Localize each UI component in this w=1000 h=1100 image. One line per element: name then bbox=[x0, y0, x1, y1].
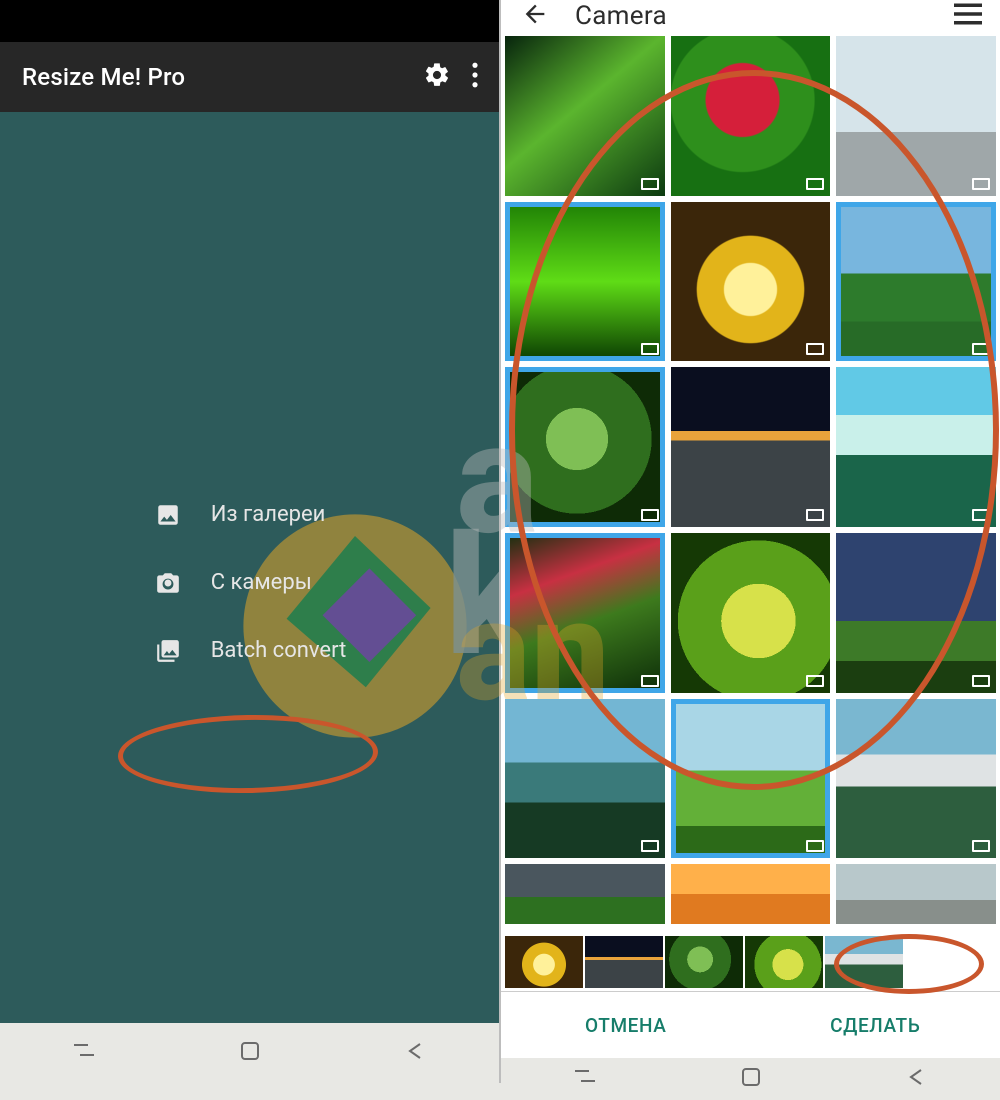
grid-thumb[interactable] bbox=[836, 864, 996, 924]
nav-recents-icon[interactable] bbox=[552, 1059, 618, 1099]
aspect-indicator-icon bbox=[641, 675, 659, 687]
menu-label: Из галереи bbox=[211, 502, 326, 527]
more-icon[interactable] bbox=[467, 62, 483, 92]
system-nav-bar bbox=[501, 1058, 1000, 1100]
grid-thumb[interactable] bbox=[671, 699, 831, 859]
grid-thumb[interactable] bbox=[505, 699, 665, 859]
main-body: k Из галереи С камеры Batch convert bbox=[0, 112, 499, 1023]
app-bar: Camera bbox=[501, 0, 1000, 32]
selected-thumb[interactable] bbox=[665, 936, 743, 988]
nav-home-icon[interactable] bbox=[219, 1032, 281, 1074]
aspect-indicator-icon bbox=[972, 840, 990, 852]
done-button[interactable]: СДЕЛАТЬ bbox=[751, 1000, 1000, 1051]
collections-icon bbox=[153, 638, 183, 664]
nav-home-icon[interactable] bbox=[720, 1058, 782, 1100]
grid-thumb[interactable] bbox=[505, 202, 665, 362]
svg-text:k: k bbox=[445, 500, 499, 694]
aspect-indicator-icon bbox=[972, 178, 990, 190]
app-title: Resize Me! Pro bbox=[22, 63, 423, 91]
gallery-title: Camera bbox=[575, 1, 954, 31]
selected-thumb[interactable] bbox=[745, 936, 823, 988]
selected-thumb[interactable] bbox=[505, 936, 583, 988]
grid-thumb[interactable] bbox=[671, 202, 831, 362]
aspect-indicator-icon bbox=[641, 178, 659, 190]
aspect-indicator-icon bbox=[806, 343, 824, 355]
cancel-button[interactable]: ОТМЕНА bbox=[501, 1000, 751, 1051]
grid-thumb[interactable] bbox=[505, 864, 665, 924]
image-grid bbox=[501, 32, 1000, 928]
button-row: ОТМЕНА СДЕЛАТЬ bbox=[501, 992, 1000, 1058]
selected-thumb[interactable] bbox=[585, 936, 663, 988]
annotation-highlight-batch bbox=[117, 713, 378, 796]
camera-icon bbox=[153, 570, 183, 596]
grid-thumb[interactable] bbox=[505, 36, 665, 196]
image-icon bbox=[153, 502, 183, 528]
app-bar: Resize Me! Pro bbox=[0, 42, 499, 112]
aspect-indicator-icon bbox=[806, 509, 824, 521]
back-arrow-icon[interactable] bbox=[521, 0, 549, 32]
status-bar bbox=[0, 0, 499, 42]
grid-thumb[interactable] bbox=[505, 367, 665, 527]
aspect-indicator-icon bbox=[806, 178, 824, 190]
grid-thumb[interactable] bbox=[505, 533, 665, 693]
gear-icon[interactable] bbox=[423, 61, 451, 93]
grid-thumb[interactable] bbox=[671, 533, 831, 693]
nav-recents-icon[interactable] bbox=[51, 1033, 117, 1073]
grid-thumb[interactable] bbox=[836, 367, 996, 527]
menu-batch-convert[interactable]: Batch convert bbox=[143, 634, 357, 668]
nav-back-icon[interactable] bbox=[885, 1058, 949, 1100]
gallery-body: a an ОТМЕНА СДЕЛАТЬ bbox=[501, 32, 1000, 1058]
grid-thumb[interactable] bbox=[836, 533, 996, 693]
aspect-indicator-icon bbox=[641, 509, 659, 521]
aspect-indicator-icon bbox=[972, 675, 990, 687]
selected-thumb[interactable] bbox=[825, 936, 903, 988]
aspect-indicator-icon bbox=[972, 509, 990, 521]
grid-thumb[interactable] bbox=[671, 864, 831, 924]
grid-thumb[interactable] bbox=[836, 36, 996, 196]
screen-gallery: Camera a an ОТМЕНА СДЕЛАТЬ bbox=[501, 0, 1000, 1083]
menu-from-camera[interactable]: С камеры bbox=[143, 566, 357, 600]
menu-from-gallery[interactable]: Из галереи bbox=[143, 498, 357, 532]
menu-label: Batch convert bbox=[211, 638, 347, 663]
aspect-indicator-icon bbox=[641, 840, 659, 852]
grid-thumb[interactable] bbox=[671, 36, 831, 196]
grid-thumb[interactable] bbox=[671, 367, 831, 527]
aspect-indicator-icon bbox=[972, 343, 990, 355]
main-menu: Из галереи С камеры Batch convert bbox=[143, 498, 357, 668]
menu-label: С камеры bbox=[211, 570, 312, 595]
screen-main: Resize Me! Pro k Из галереи bbox=[0, 0, 499, 1083]
aspect-indicator-icon bbox=[641, 343, 659, 355]
grid-thumb[interactable] bbox=[836, 699, 996, 859]
system-nav-bar bbox=[0, 1023, 499, 1083]
grid-thumb[interactable] bbox=[836, 202, 996, 362]
selected-images-strip bbox=[501, 934, 1000, 992]
aspect-indicator-icon bbox=[806, 840, 824, 852]
aspect-indicator-icon bbox=[806, 675, 824, 687]
nav-back-icon[interactable] bbox=[384, 1032, 448, 1074]
menu-icon[interactable] bbox=[954, 2, 982, 30]
